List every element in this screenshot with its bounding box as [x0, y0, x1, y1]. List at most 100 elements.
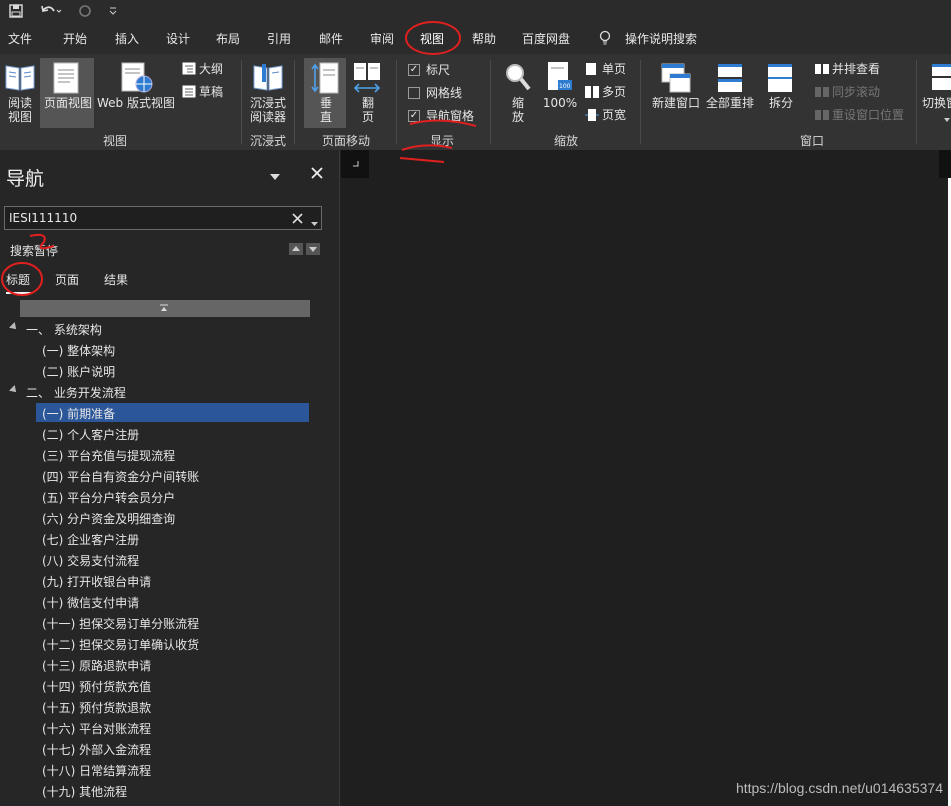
- read-mode-icon[interactable]: [4, 62, 36, 95]
- split-icon[interactable]: [766, 62, 794, 97]
- tab-results[interactable]: 结果: [104, 271, 128, 288]
- tab-design[interactable]: 设计: [166, 30, 190, 47]
- one-page-button[interactable]: 单页: [602, 62, 626, 76]
- read-mode-button[interactable]: 阅读 视图: [6, 96, 34, 124]
- ruler-label[interactable]: 标尺: [426, 63, 450, 77]
- tab-view[interactable]: 视图: [420, 30, 444, 47]
- heading-item[interactable]: (一) 前期准备: [0, 402, 340, 423]
- ruler-checkbox[interactable]: ✓: [408, 64, 420, 76]
- expand-triangle-icon[interactable]: [9, 322, 19, 332]
- switch-windows-button[interactable]: 切换窗: [922, 96, 951, 110]
- one-page-icon[interactable]: [585, 62, 597, 79]
- gridlines-checkbox[interactable]: [408, 87, 420, 99]
- collapse-all-bar[interactable]: [20, 300, 310, 317]
- close-icon[interactable]: [311, 167, 323, 182]
- ruler-corner: [341, 150, 369, 178]
- split-button[interactable]: 拆分: [764, 96, 798, 110]
- nav-search-input[interactable]: IESI111110: [4, 206, 322, 230]
- heading-item[interactable]: (十六) 平台对账流程: [0, 717, 340, 738]
- outline-button[interactable]: 大纲: [199, 62, 223, 76]
- heading-item[interactable]: (三) 平台充值与提现流程: [0, 444, 340, 465]
- nav-pane-checkbox[interactable]: ✓: [408, 110, 420, 122]
- pane-options-icon[interactable]: [270, 170, 280, 184]
- heading-item[interactable]: (十七) 外部入金流程: [0, 738, 340, 759]
- zoom-100-button[interactable]: 100%: [542, 96, 578, 110]
- heading-item[interactable]: (十五) 预付货款退款: [0, 696, 340, 717]
- search-options-icon[interactable]: [311, 216, 318, 230]
- arrange-all-button[interactable]: 全部重排: [704, 96, 756, 110]
- clear-search-icon[interactable]: [292, 213, 303, 227]
- zoom-icon[interactable]: [504, 62, 532, 97]
- heading-item[interactable]: (八) 交易支付流程: [0, 549, 340, 570]
- print-layout-button[interactable]: 页面视图: [42, 96, 94, 110]
- tab-headings[interactable]: 标题: [6, 271, 30, 288]
- vertical-scroll-icon[interactable]: [310, 62, 340, 97]
- heading-item[interactable]: (十) 微信支付申请: [0, 591, 340, 612]
- page-width-icon[interactable]: [584, 108, 600, 125]
- multiple-pages-button[interactable]: 多页: [602, 85, 626, 99]
- immersive-reader-icon[interactable]: [252, 62, 284, 95]
- draft-button[interactable]: 草稿: [199, 85, 223, 99]
- new-window-icon[interactable]: [660, 62, 692, 97]
- side-by-side-button[interactable]: 并排查看: [832, 62, 880, 76]
- tab-pages[interactable]: 页面: [55, 271, 79, 288]
- multiple-pages-icon[interactable]: [584, 85, 600, 102]
- outline-icon[interactable]: [182, 62, 196, 78]
- tab-review[interactable]: 审阅: [370, 30, 394, 47]
- heading-item[interactable]: (四) 平台自有资金分户间转账: [0, 465, 340, 486]
- heading-label: 二、 业务开发流程: [26, 386, 126, 400]
- immersive-reader-button[interactable]: 沉浸式 阅读器: [248, 96, 288, 124]
- save-icon[interactable]: [6, 0, 26, 22]
- heading-item[interactable]: (十八) 日常结算流程: [0, 759, 340, 780]
- heading-item[interactable]: (七) 企业客户注册: [0, 528, 340, 549]
- heading-item[interactable]: (一) 整体架构: [0, 339, 340, 360]
- next-result-icon[interactable]: [306, 243, 320, 255]
- page-width-button[interactable]: 页宽: [602, 108, 626, 122]
- tab-insert[interactable]: 插入: [115, 30, 139, 47]
- heading-item[interactable]: (五) 平台分户转会员分户: [0, 486, 340, 507]
- ribbon-separator: [640, 60, 641, 144]
- print-layout-icon[interactable]: [52, 62, 80, 97]
- heading-item[interactable]: (十三) 原路退款申请: [0, 654, 340, 675]
- heading-item[interactable]: (十九) 其他流程: [0, 780, 340, 801]
- zoom-100-icon[interactable]: 100: [546, 60, 574, 97]
- side-to-side-icon[interactable]: [352, 62, 382, 97]
- redo-icon[interactable]: [76, 0, 94, 22]
- side-by-side-icon[interactable]: [814, 63, 830, 78]
- document-area[interactable]: https://blog.csdn.net/u014635374: [341, 150, 951, 806]
- draft-icon[interactable]: [182, 85, 196, 101]
- tab-home[interactable]: 开始: [63, 30, 87, 47]
- tab-file[interactable]: 文件: [8, 30, 32, 47]
- zoom-button[interactable]: 缩 放: [506, 96, 530, 124]
- reset-window-position-icon: [814, 109, 830, 124]
- heading-item[interactable]: (二) 个人客户注册: [0, 423, 340, 444]
- heading-item[interactable]: (十一) 担保交易订单分账流程: [0, 612, 340, 633]
- heading-item[interactable]: 二、 业务开发流程: [0, 381, 340, 402]
- new-window-button[interactable]: 新建窗口: [650, 96, 702, 110]
- tell-me-search[interactable]: 操作说明搜索: [625, 30, 697, 47]
- expand-triangle-icon[interactable]: [9, 385, 19, 395]
- side-to-side-button[interactable]: 翻 页: [354, 96, 382, 124]
- tab-layout[interactable]: 布局: [216, 30, 240, 47]
- chevron-down-icon[interactable]: [944, 112, 950, 126]
- heading-item[interactable]: (十四) 预付货款充值: [0, 675, 340, 696]
- gridlines-label[interactable]: 网格线: [426, 86, 462, 100]
- heading-item[interactable]: 一、 系统架构: [0, 318, 340, 339]
- undo-icon[interactable]: [38, 0, 64, 22]
- vertical-button[interactable]: 垂 直: [312, 96, 340, 124]
- switch-windows-icon[interactable]: [930, 62, 951, 95]
- web-layout-icon[interactable]: [120, 62, 154, 97]
- heading-item[interactable]: (九) 打开收银台申请: [0, 570, 340, 591]
- tab-help[interactable]: 帮助: [472, 30, 496, 47]
- heading-item[interactable]: (六) 分户资金及明细查询: [0, 507, 340, 528]
- tab-mailings[interactable]: 邮件: [319, 30, 343, 47]
- heading-item[interactable]: (十二) 担保交易订单确认收货: [0, 633, 340, 654]
- customize-qat-icon[interactable]: [106, 0, 120, 22]
- tab-references[interactable]: 引用: [267, 30, 291, 47]
- previous-result-icon[interactable]: [289, 243, 303, 255]
- tab-baidu-netdisk[interactable]: 百度网盘: [522, 30, 570, 47]
- heading-item[interactable]: (二) 账户说明: [0, 360, 340, 381]
- web-layout-button[interactable]: Web 版式视图: [96, 96, 176, 110]
- nav-pane-label[interactable]: 导航窗格: [426, 109, 474, 123]
- arrange-all-icon[interactable]: [716, 62, 744, 97]
